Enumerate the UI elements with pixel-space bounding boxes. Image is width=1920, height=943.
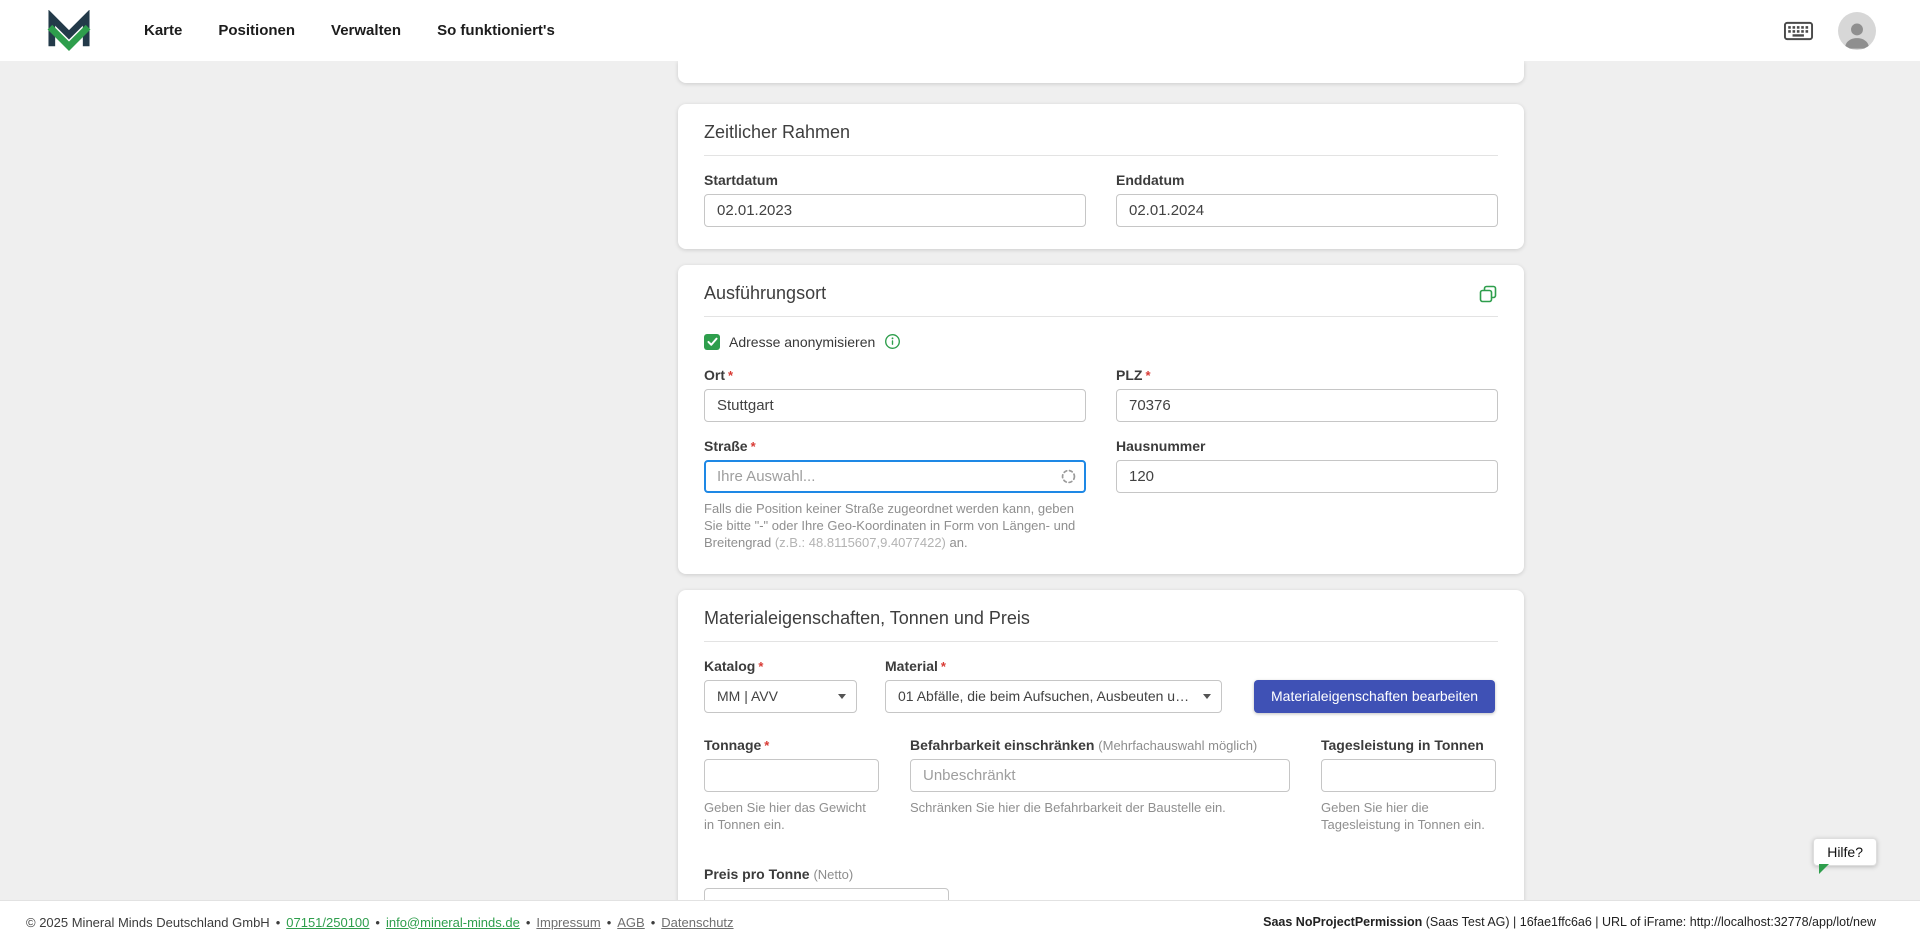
hausnummer-label: Hausnummer [1116,438,1498,454]
separator: • [375,915,380,930]
ort-label: Ort* [704,367,1086,383]
material-select[interactable]: 01 Abfälle, die beim Aufsuchen, Ausbeute… [885,680,1222,713]
iframe-info-text: (Saas Test AG) | 16fae1ffc6a6 | URL of i… [1422,915,1876,929]
required-marker: * [751,439,756,454]
mineral-minds-logo-icon [46,10,92,52]
tonnage-input[interactable] [704,759,879,792]
copy-icon[interactable] [1478,284,1498,304]
befahrbarkeit-label: Befahrbarkeit einschränken (Mehrfachausw… [910,737,1290,753]
required-marker: * [1145,368,1150,383]
plz-label: PLZ* [1116,367,1498,383]
befahrbarkeit-hint: Schränken Sie hier die Befahrbarkeit der… [910,800,1288,817]
plz-input[interactable] [1116,389,1498,422]
anonymize-address-row: Adresse anonymisieren [704,333,1498,350]
strasse-label: Straße* [704,438,1086,454]
email-link[interactable]: info@mineral-minds.de [386,915,520,930]
copyright-text: © 2025 Mineral Minds Deutschland GmbH [26,915,270,930]
tagesleistung-hint: Geben Sie hier die Tagesleistung in Tonn… [1321,800,1496,834]
startdatum-label: Startdatum [704,172,1086,188]
tagesleistung-label: Tagesleistung in Tonnen [1321,737,1496,753]
form-content: Zeitlicher Rahmen Startdatum Enddatum Au… [678,61,1524,943]
saas-permission-text: Saas NoProjectPermission [1263,915,1422,929]
strasse-input[interactable] [704,460,1086,493]
footer: © 2025 Mineral Minds Deutschland GmbH • … [0,900,1920,943]
card-materialeigenschaften: Materialeigenschaften, Tonnen und Preis … [678,590,1524,943]
person-icon [1840,16,1874,50]
card-zeitlicher-rahmen: Zeitlicher Rahmen Startdatum Enddatum [678,104,1524,249]
agb-link[interactable]: AGB [617,915,644,930]
top-navigation: Karte Positionen Verwalten So funktionie… [0,0,1920,61]
nav-item-verwalten[interactable]: Verwalten [331,22,401,39]
separator: • [651,915,656,930]
material-label: Material* [885,658,1222,674]
katalog-label: Katalog* [704,658,857,674]
required-marker: * [758,659,763,674]
strasse-hint: Falls die Position keiner Straße zugeord… [704,501,1082,552]
previous-card-fragment [678,61,1524,83]
datenschutz-link[interactable]: Datenschutz [661,915,733,930]
divider [704,316,1498,317]
phone-link[interactable]: 07151/250100 [286,915,369,930]
katalog-select[interactable]: MM | AVV [704,680,857,713]
card-ausfuehrungsort: Ausführungsort Adresse anonymisieren [678,265,1524,574]
tonnage-label: Tonnage* [704,737,879,753]
main-nav: Karte Positionen Verwalten So funktionie… [144,22,555,39]
tagesleistung-input[interactable] [1321,759,1496,792]
app-logo[interactable] [46,10,92,52]
anonymize-checkbox[interactable] [704,334,720,350]
nav-item-so-funktionierts[interactable]: So funktioniert's [437,22,555,39]
card-title-materialeigenschaften: Materialeigenschaften, Tonnen und Preis [704,608,1030,629]
enddatum-label: Enddatum [1116,172,1498,188]
info-icon[interactable] [884,333,901,350]
card-title-zeitlicher-rahmen: Zeitlicher Rahmen [704,122,850,143]
edit-material-properties-button[interactable]: Materialeigenschaften bearbeiten [1254,680,1495,713]
separator: • [607,915,612,930]
nav-right-actions [1783,12,1876,50]
chevron-down-icon [1203,694,1211,699]
anonymize-label: Adresse anonymisieren [729,334,875,350]
help-button[interactable]: Hilfe? [1813,838,1877,866]
chevron-down-icon [838,694,846,699]
card-title-ausfuehrungsort: Ausführungsort [704,283,826,304]
preis-label: Preis pro Tonne (Netto) [704,866,1498,882]
page: Karte Positionen Verwalten So funktionie… [0,0,1920,943]
impressum-link[interactable]: Impressum [536,915,600,930]
keyboard-icon[interactable] [1783,18,1814,44]
required-marker: * [728,368,733,383]
user-avatar[interactable] [1838,12,1876,50]
footer-left: © 2025 Mineral Minds Deutschland GmbH • … [26,915,734,930]
ort-input[interactable] [704,389,1086,422]
loading-spinner-icon [1060,468,1077,485]
enddatum-input[interactable] [1116,194,1498,227]
required-marker: * [941,659,946,674]
divider [704,155,1498,156]
separator: • [276,915,281,930]
hausnummer-input[interactable] [1116,460,1498,493]
divider [704,641,1498,642]
nav-item-positionen[interactable]: Positionen [218,22,295,39]
nav-item-karte[interactable]: Karte [144,22,182,39]
befahrbarkeit-input[interactable] [910,759,1290,792]
check-icon [706,335,719,348]
separator: • [526,915,531,930]
footer-right: Saas NoProjectPermission (Saas Test AG) … [1263,915,1876,929]
tonnage-hint: Geben Sie hier das Gewicht in Tonnen ein… [704,800,879,834]
required-marker: * [764,738,769,753]
startdatum-input[interactable] [704,194,1086,227]
